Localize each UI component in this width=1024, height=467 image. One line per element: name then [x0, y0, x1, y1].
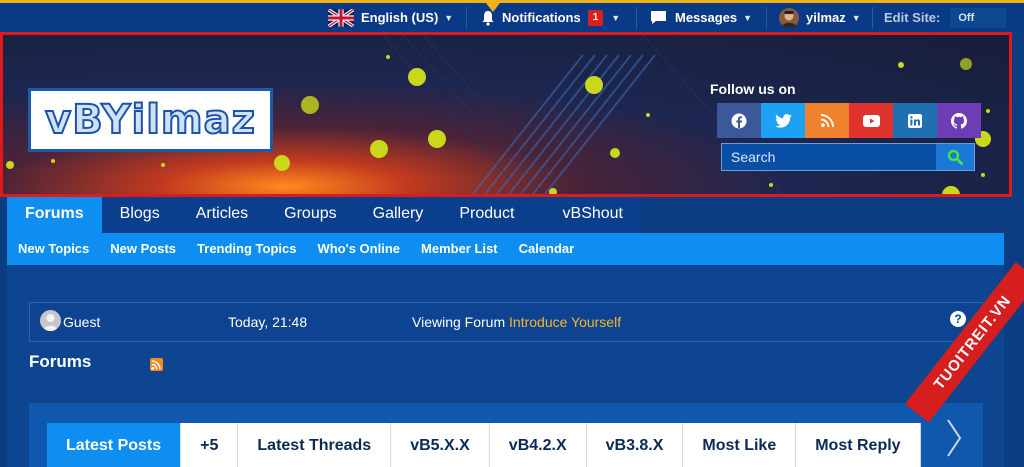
edit-site-control: Edit Site: Off — [884, 3, 1007, 32]
online-time: Today, 21:48 — [228, 314, 308, 330]
search-button[interactable] — [936, 144, 974, 170]
bell-icon — [482, 10, 494, 26]
online-activity: Viewing Forum Introduce Yourself — [412, 314, 621, 330]
activity-label: Viewing Forum — [412, 314, 506, 330]
youtube-icon — [862, 114, 880, 127]
tab-articles[interactable]: Articles — [178, 197, 266, 233]
subnav-calendar[interactable]: Calendar — [519, 233, 575, 265]
messages-menu[interactable]: Messages ▼ — [650, 3, 752, 32]
follow-us-label: Follow us on — [710, 81, 796, 97]
language-label: English (US) — [361, 10, 439, 25]
user-avatar — [779, 7, 799, 28]
divider — [636, 7, 637, 29]
messages-label: Messages — [675, 10, 738, 25]
rss-link[interactable] — [805, 103, 849, 138]
tab-forums[interactable]: Forums — [7, 197, 102, 233]
tab-gallery[interactable]: Gallery — [355, 197, 442, 233]
online-user-name[interactable]: Guest — [63, 314, 100, 330]
language-selector[interactable]: English (US) ▼ — [328, 3, 453, 32]
chevron-down-icon: ▼ — [611, 12, 621, 23]
tab-vb3[interactable]: vB3.8.X — [586, 423, 684, 467]
logo-text: vBYilmaz — [44, 96, 256, 144]
notifications-label: Notifications — [502, 10, 581, 25]
username-label: yilmaz — [806, 10, 846, 25]
twitter-icon — [774, 113, 792, 128]
tabs-scroll-right-icon[interactable] — [945, 418, 963, 458]
social-links — [717, 103, 981, 138]
guest-avatar — [40, 310, 61, 331]
forum-tabs-panel: Latest Posts +5 Latest Threads vB5.X.X v… — [29, 403, 983, 467]
subnav-trending-topics[interactable]: Trending Topics — [197, 233, 296, 265]
twitter-link[interactable] — [761, 103, 805, 138]
user-menu[interactable]: yilmaz ▼ — [779, 3, 861, 32]
search-input[interactable] — [722, 144, 936, 170]
subnav-whos-online[interactable]: Who's Online — [317, 233, 400, 265]
tab-latest-posts[interactable]: Latest Posts — [47, 423, 182, 467]
tab-product-list[interactable]: Product List — [441, 197, 544, 256]
site-logo[interactable]: vBYilmaz — [28, 88, 273, 152]
tab-most-like[interactable]: Most Like — [683, 423, 797, 467]
tab-plus-five[interactable]: +5 — [181, 423, 239, 467]
help-icon[interactable]: ? — [950, 311, 966, 327]
sub-navigation: New Topics New Posts Trending Topics Who… — [7, 233, 1004, 265]
divider — [466, 7, 467, 29]
tab-vb5[interactable]: vB5.X.X — [391, 423, 490, 467]
facebook-link[interactable] — [717, 103, 761, 138]
page-title: Forums — [29, 352, 92, 371]
site-banner: vBYilmaz Follow us on — [0, 32, 1012, 197]
github-link[interactable] — [937, 103, 981, 138]
tab-blogs[interactable]: Blogs — [102, 197, 178, 233]
search-icon — [947, 149, 963, 165]
uk-flag-icon — [328, 8, 354, 27]
forum-tabs: Latest Posts +5 Latest Threads vB5.X.X v… — [47, 423, 921, 467]
github-icon — [951, 112, 967, 129]
notifications-count-badge: 1 — [587, 9, 604, 26]
chevron-down-icon: ▼ — [444, 12, 454, 23]
divider — [766, 7, 767, 29]
chevron-down-icon: ▼ — [851, 12, 861, 23]
tab-latest-threads[interactable]: Latest Threads — [238, 423, 392, 467]
tab-vb4[interactable]: vB4.2.X — [489, 423, 587, 467]
subnav-new-posts[interactable]: New Posts — [110, 233, 176, 265]
main-navigation: Forums Blogs Articles Groups Gallery Pro… — [7, 197, 641, 256]
top-bar: English (US) ▼ Notifications 1 ▼ Message… — [0, 0, 1024, 32]
facebook-icon — [731, 113, 747, 128]
edit-site-toggle[interactable]: Off — [950, 7, 1007, 28]
divider — [872, 7, 873, 29]
rss-icon[interactable] — [150, 358, 163, 371]
edit-site-label: Edit Site: — [884, 10, 941, 25]
search-box — [721, 143, 975, 171]
rss-icon — [820, 114, 834, 127]
linkedin-icon — [908, 113, 922, 128]
linkedin-link[interactable] — [893, 103, 937, 138]
tab-vbshout[interactable]: vBShout — [545, 197, 641, 233]
tab-most-reply[interactable]: Most Reply — [796, 423, 921, 467]
chevron-down-icon: ▼ — [743, 12, 753, 23]
notifications-menu[interactable]: Notifications 1 ▼ — [480, 3, 620, 32]
whos-online-bar: Guest Today, 21:48 Viewing Forum Introdu… — [29, 302, 983, 342]
subnav-member-list[interactable]: Member List — [421, 233, 498, 265]
message-icon — [651, 11, 666, 24]
youtube-link[interactable] — [849, 103, 893, 138]
subnav-new-topics[interactable]: New Topics — [18, 233, 89, 265]
tab-groups[interactable]: Groups — [266, 197, 354, 233]
activity-forum-link[interactable]: Introduce Yourself — [509, 314, 621, 330]
